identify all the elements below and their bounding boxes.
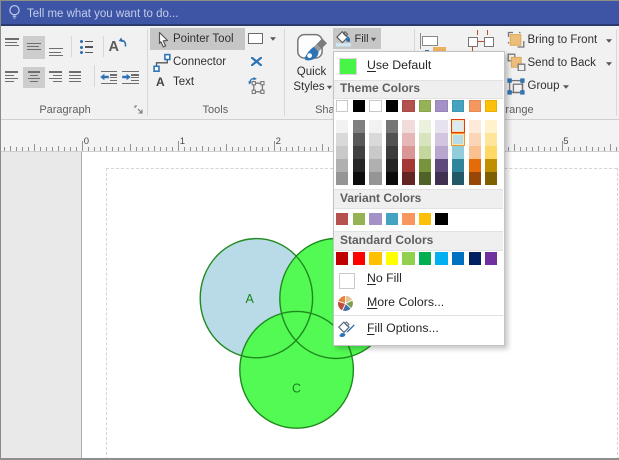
svg-text:C: C xyxy=(292,381,301,395)
svg-text:A: A xyxy=(246,292,255,306)
